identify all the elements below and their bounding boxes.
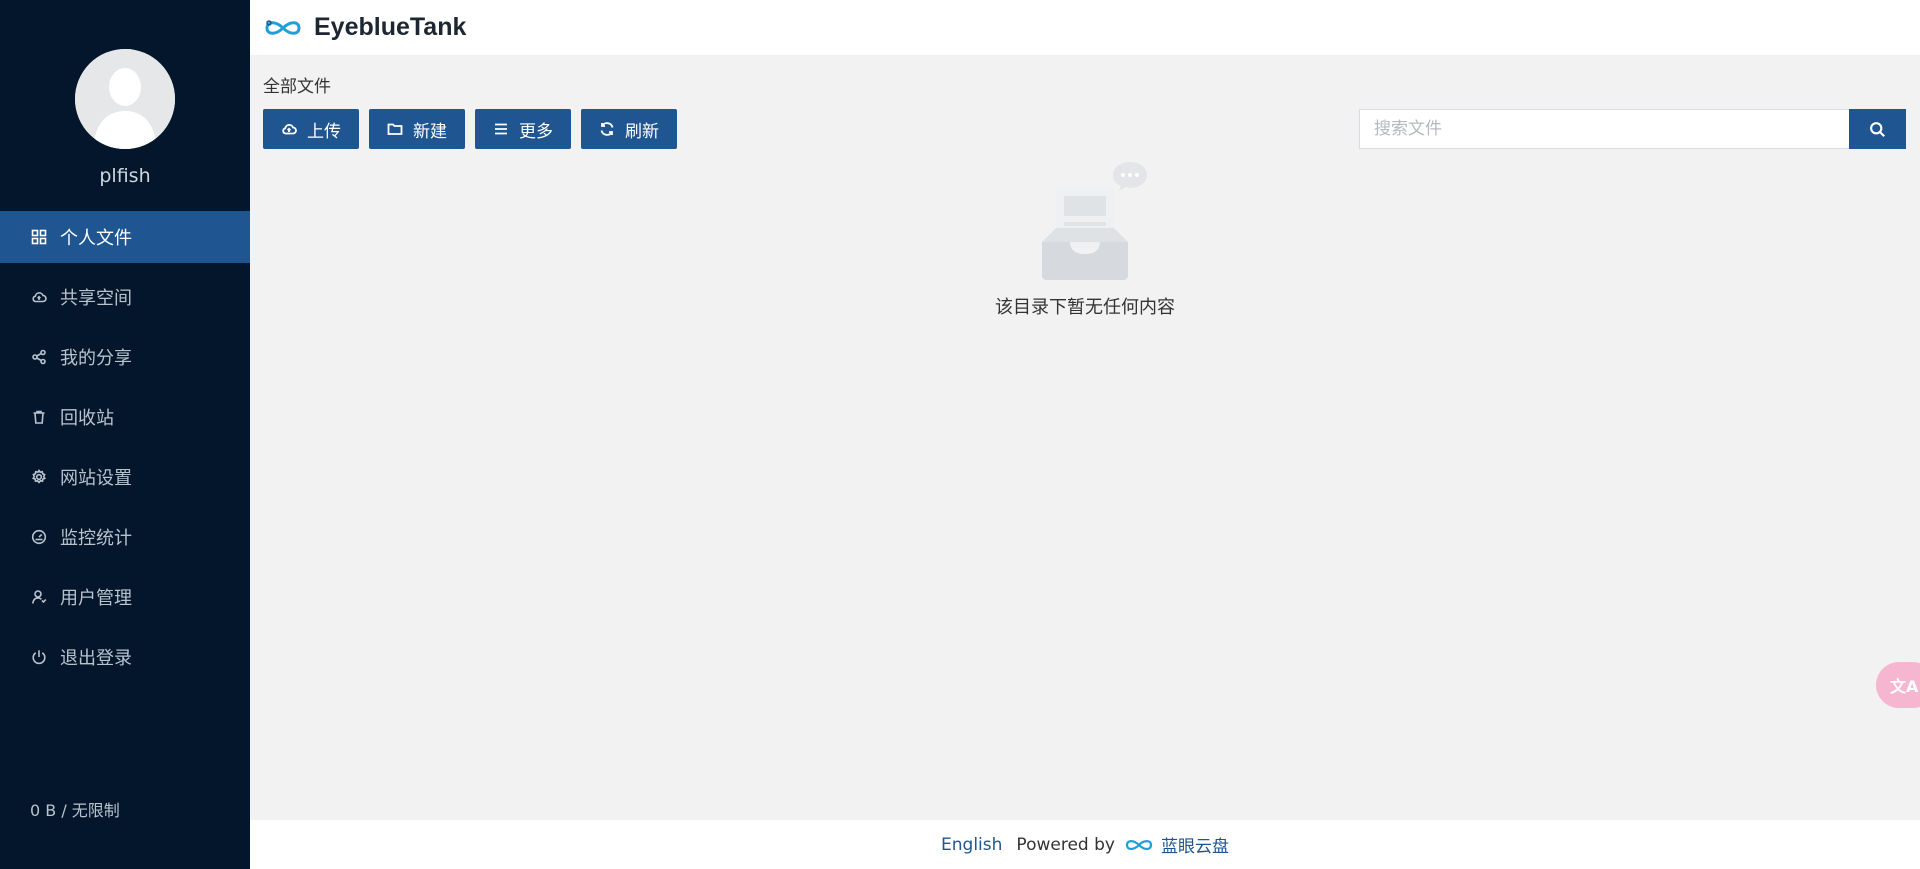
sidebar-item-site-settings[interactable]: 网站设置 (0, 451, 250, 503)
brand-link[interactable]: 蓝眼云盘 (1161, 832, 1229, 857)
sidebar-item-label: 监控统计 (60, 528, 132, 549)
menu-icon (493, 121, 509, 137)
empty-inbox-icon (1042, 162, 1147, 280)
sidebar-item-label: 网站设置 (60, 468, 132, 489)
cloud-upload-icon (281, 121, 297, 137)
translate-icon: 文A (1890, 677, 1919, 696)
sidebar-item-label: 个人文件 (60, 228, 132, 249)
sidebar: plfish 个人文件 共享空间 我的分享 回收站 网站设置 监控统计 用户管理… (0, 0, 250, 869)
sidebar-item-label: 退出登录 (60, 648, 132, 669)
refresh-icon (599, 121, 615, 137)
app-title: EyeblueTank (314, 13, 467, 41)
upload-button[interactable]: 上传 (263, 109, 359, 149)
storage-usage: 0 B / 无限制 (30, 801, 120, 820)
gear-icon (30, 468, 48, 486)
power-icon (30, 648, 48, 666)
sidebar-item-monitoring[interactable]: 监控统计 (0, 511, 250, 563)
more-button-label: 更多 (519, 121, 553, 142)
trash-icon (30, 408, 48, 426)
sidebar-item-personal-files[interactable]: 个人文件 (0, 211, 250, 263)
empty-message: 该目录下暂无任何内容 (995, 297, 1175, 318)
language-switch-link[interactable]: English (941, 835, 1002, 855)
sidebar-item-user-management[interactable]: 用户管理 (0, 571, 250, 623)
search-button[interactable] (1849, 109, 1906, 149)
footer: English Powered by 蓝眼云盘 (250, 820, 1920, 869)
powered-by-text: Powered by (1016, 834, 1115, 855)
top-header: EyeblueTank (250, 0, 1920, 55)
refresh-button-label: 刷新 (625, 121, 659, 142)
new-button[interactable]: 新建 (369, 109, 465, 149)
eyeblue-logo-icon[interactable] (262, 16, 304, 40)
user-icon (30, 588, 48, 606)
grid-icon (30, 228, 48, 246)
eyeblue-logo-icon (1125, 839, 1153, 850)
sidebar-menu: 个人文件 共享空间 我的分享 回收站 网站设置 监控统计 用户管理 退出登录 (0, 211, 250, 691)
folder-icon (387, 121, 403, 137)
cloud-icon (30, 288, 48, 306)
more-button[interactable]: 更多 (475, 109, 571, 149)
new-button-label: 新建 (413, 121, 447, 142)
share-icon (30, 348, 48, 366)
search-icon (1870, 121, 1885, 137)
sidebar-item-my-shares[interactable]: 我的分享 (0, 331, 250, 383)
username: plfish (99, 165, 151, 187)
sidebar-item-label: 共享空间 (60, 288, 132, 309)
breadcrumb[interactable]: 全部文件 (263, 72, 331, 97)
empty-state: 该目录下暂无任何内容 (960, 158, 1210, 319)
dashboard-icon (30, 528, 48, 546)
translate-widget[interactable]: 文A (1876, 662, 1920, 708)
sidebar-item-label: 回收站 (60, 408, 114, 429)
sidebar-item-recycle-bin[interactable]: 回收站 (0, 391, 250, 443)
avatar[interactable] (75, 49, 175, 149)
default-avatar-icon (75, 49, 175, 149)
sidebar-item-shared-space[interactable]: 共享空间 (0, 271, 250, 323)
refresh-button[interactable]: 刷新 (581, 109, 677, 149)
file-toolbar: 上传 新建 更多 刷新 (263, 109, 677, 149)
upload-button-label: 上传 (307, 121, 341, 142)
search-bar (1359, 109, 1906, 149)
sidebar-item-logout[interactable]: 退出登录 (0, 631, 250, 683)
search-input[interactable] (1359, 109, 1849, 149)
sidebar-item-label: 用户管理 (60, 588, 132, 609)
sidebar-item-label: 我的分享 (60, 348, 132, 369)
